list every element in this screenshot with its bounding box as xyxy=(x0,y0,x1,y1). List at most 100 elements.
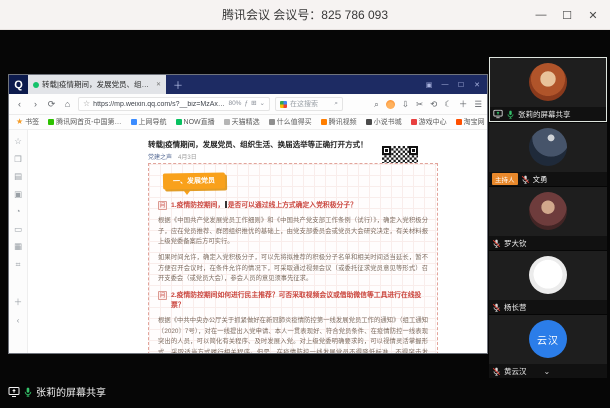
participant-tile[interactable]: 杨长营 xyxy=(489,251,607,314)
mic-muted-icon xyxy=(492,367,501,376)
bookmark-item[interactable]: 上网导航 xyxy=(131,117,167,127)
bookmark-item[interactable]: 游戏中心 xyxy=(411,117,447,127)
bookmark-label: 淘宝网 xyxy=(464,117,485,127)
panel-video-icon[interactable]: ▣ xyxy=(14,190,22,199)
avatar xyxy=(529,256,567,294)
bookmark-item[interactable]: NOW直播 xyxy=(176,117,215,127)
close-button[interactable]: ✕ xyxy=(580,0,606,30)
browser-skin-icon[interactable]: ▣ xyxy=(421,81,437,89)
url-text: https://mp.weixin.qq.com/s?__biz=MzAxNjY… xyxy=(93,101,225,108)
menu-icon[interactable]: ☰ xyxy=(474,100,482,109)
refresh-icon[interactable]: ⟳ xyxy=(46,99,57,110)
screenshot-icon[interactable]: ✂ xyxy=(416,100,423,109)
participant-name: 张莉的屏幕共享 xyxy=(518,109,571,120)
search-engine-icon[interactable] xyxy=(280,101,287,108)
search-placeholder: 在这搜索 xyxy=(290,99,331,109)
find-icon[interactable]: ⌕ xyxy=(374,100,379,109)
browser-side-panel: ☆ ❒ ▤ ▣ ◔ ▭ ▦ ⌗ ＋ ‹ xyxy=(9,130,28,353)
question-2: 问 2.疫情防控期间如何进行民主推荐？可否采取视频会议或借助微信等工具进行在线投… xyxy=(158,291,428,311)
participant-label: 张莉的屏幕共享 xyxy=(490,107,606,121)
back-icon[interactable]: ‹ xyxy=(14,99,25,109)
browser-close-button[interactable]: ✕ xyxy=(469,81,485,89)
participant-label: 黄云汉 ⌄ xyxy=(489,364,607,378)
page-zoom-level[interactable]: 80% xyxy=(228,101,241,108)
history-icon[interactable]: ⟲ xyxy=(430,100,437,109)
participant-tile-host[interactable]: 主持人 文勇 xyxy=(489,123,607,186)
favorite-star-icon[interactable]: ☆ xyxy=(83,100,90,108)
bookmark-label: 游戏中心 xyxy=(419,117,447,127)
bookmark-favicon xyxy=(411,119,417,125)
qq-browser-logo-icon: Q xyxy=(9,75,28,94)
panel-wallet-icon[interactable]: ▦ xyxy=(14,242,22,251)
app-center-icon[interactable] xyxy=(386,100,395,109)
mic-muted-icon xyxy=(521,175,530,184)
bookmark-label: 腾讯视频 xyxy=(329,117,357,127)
bookmark-item[interactable]: ★ 书签 xyxy=(16,117,39,127)
host-badge: 主持人 xyxy=(492,173,518,185)
search-box[interactable]: 在这搜索 ⌕ xyxy=(275,97,343,111)
panel-message-icon[interactable]: ◔ xyxy=(15,207,20,216)
url-dropdown-icon[interactable]: ⌄ xyxy=(260,101,265,108)
expand-chevron-icon[interactable]: ⌄ xyxy=(544,367,551,376)
bookmark-item[interactable]: 淘宝网 xyxy=(456,117,485,127)
tencent-meeting-window: { "meeting": { "title": "腾讯会议 会议号：825 78… xyxy=(0,0,610,408)
address-bar[interactable]: ☆ https://mp.weixin.qq.com/s?__biz=MzAxN… xyxy=(78,97,270,111)
bookmark-item[interactable]: 什么值得买 xyxy=(269,117,312,127)
panel-cart-icon[interactable]: ⌗ xyxy=(16,260,21,269)
forward-icon[interactable]: › xyxy=(30,99,41,109)
browser-tab[interactable]: 转载|疫情期间，发展党员、组织生… ✕ xyxy=(28,75,166,94)
panel-collapse-icon[interactable]: ‹ xyxy=(17,316,20,325)
bookmark-favicon xyxy=(321,119,327,125)
browser-toolbar: ‹ › ⟳ ⌂ ☆ https://mp.weixin.qq.com/s?__b… xyxy=(9,94,487,115)
add-icon[interactable]: ＋ xyxy=(459,100,468,109)
download-icon[interactable]: ⇩ xyxy=(402,100,409,109)
panel-add-icon[interactable]: ＋ xyxy=(14,298,23,307)
shared-browser-window: Q 转载|疫情期间，发展党员、组织生… ✕ ＋ ▣ — ☐ ✕ ‹ › ⟳ ⌂ … xyxy=(8,74,488,354)
bookmark-label: 腾讯网首页-中国第… xyxy=(56,117,121,127)
participant-tile[interactable]: 云汉 黄云汉 ⌄ xyxy=(489,315,607,378)
tab-favicon-icon xyxy=(33,82,39,88)
participant-name: 黄云汉 xyxy=(504,366,527,377)
bookmark-item[interactable]: 小说书城 xyxy=(366,117,402,127)
panel-bookmarks-icon[interactable]: ❒ xyxy=(14,155,22,164)
bookmark-favicon xyxy=(224,119,230,125)
bookmark-item[interactable]: 天猫精选 xyxy=(224,117,260,127)
browser-minimize-button[interactable]: — xyxy=(437,81,453,89)
bookmark-favicon xyxy=(131,119,137,125)
avatar: 云汉 xyxy=(529,320,567,358)
bookmark-item[interactable]: 腾讯网首页-中国第… xyxy=(48,117,121,127)
answer-paragraph-3: 根据《中共中央办公厅关于抓紧做好在新冠肺炎疫情防控第一线发展党员工作的通知》（组… xyxy=(158,316,428,353)
panel-news-icon[interactable]: ▤ xyxy=(14,172,22,181)
question-icon: 问 xyxy=(158,201,167,210)
minimize-button[interactable]: — xyxy=(528,0,554,30)
question-1: 问 1.疫情防控期间，是否可以通过线上方式确定入党积极分子？ xyxy=(158,201,428,211)
night-mode-icon[interactable]: ☾ xyxy=(444,100,452,109)
bookmarks-bar: ★ 书签 腾讯网首页-中国第… 上网导航 NOW直播 天猫精选 什么值得买 xyxy=(9,115,487,130)
participant-tile-sharing[interactable]: 张莉的屏幕共享 xyxy=(489,57,607,122)
bookmark-label: 小说书城 xyxy=(374,117,402,127)
question-icon: 问 xyxy=(158,291,167,300)
bookmark-label: 书签 xyxy=(25,117,39,127)
maximize-button[interactable]: ☐ xyxy=(554,0,580,30)
toolbar-right-icons: ⌕ ⇩ ✂ ⟲ ☾ ＋ ☰ xyxy=(374,100,482,109)
qrcode-icon[interactable]: ⊞ xyxy=(251,101,256,108)
browser-maximize-button[interactable]: ☐ xyxy=(453,81,469,89)
browser-tabbar: Q 转载|疫情期间，发展党员、组织生… ✕ ＋ ▣ — ☐ ✕ xyxy=(9,75,487,94)
participant-name: 罗大钦 xyxy=(504,238,527,249)
participant-tile[interactable]: 罗大钦 xyxy=(489,187,607,250)
mic-muted-icon xyxy=(492,303,501,312)
meeting-titlebar: 腾讯会议 会议号：825 786 093 — ☐ ✕ xyxy=(0,0,610,30)
panel-card-icon[interactable]: ▭ xyxy=(14,225,22,234)
reader-mode-icon[interactable]: ƒ xyxy=(244,101,248,108)
bookmark-label: NOW直播 xyxy=(184,117,215,127)
article-account[interactable]: 党建之声 xyxy=(148,152,172,161)
mic-on-icon xyxy=(506,110,515,119)
new-tab-button[interactable]: ＋ xyxy=(173,77,183,92)
tab-close-icon[interactable]: ✕ xyxy=(156,81,161,88)
search-icon[interactable]: ⌕ xyxy=(334,101,338,108)
section-badge: 一、发展党员 xyxy=(163,172,225,189)
home-icon[interactable]: ⌂ xyxy=(62,99,73,109)
bookmark-item[interactable]: 腾讯视频 xyxy=(321,117,357,127)
participant-label: 主持人 文勇 xyxy=(489,172,607,186)
panel-favorites-icon[interactable]: ☆ xyxy=(14,137,22,146)
